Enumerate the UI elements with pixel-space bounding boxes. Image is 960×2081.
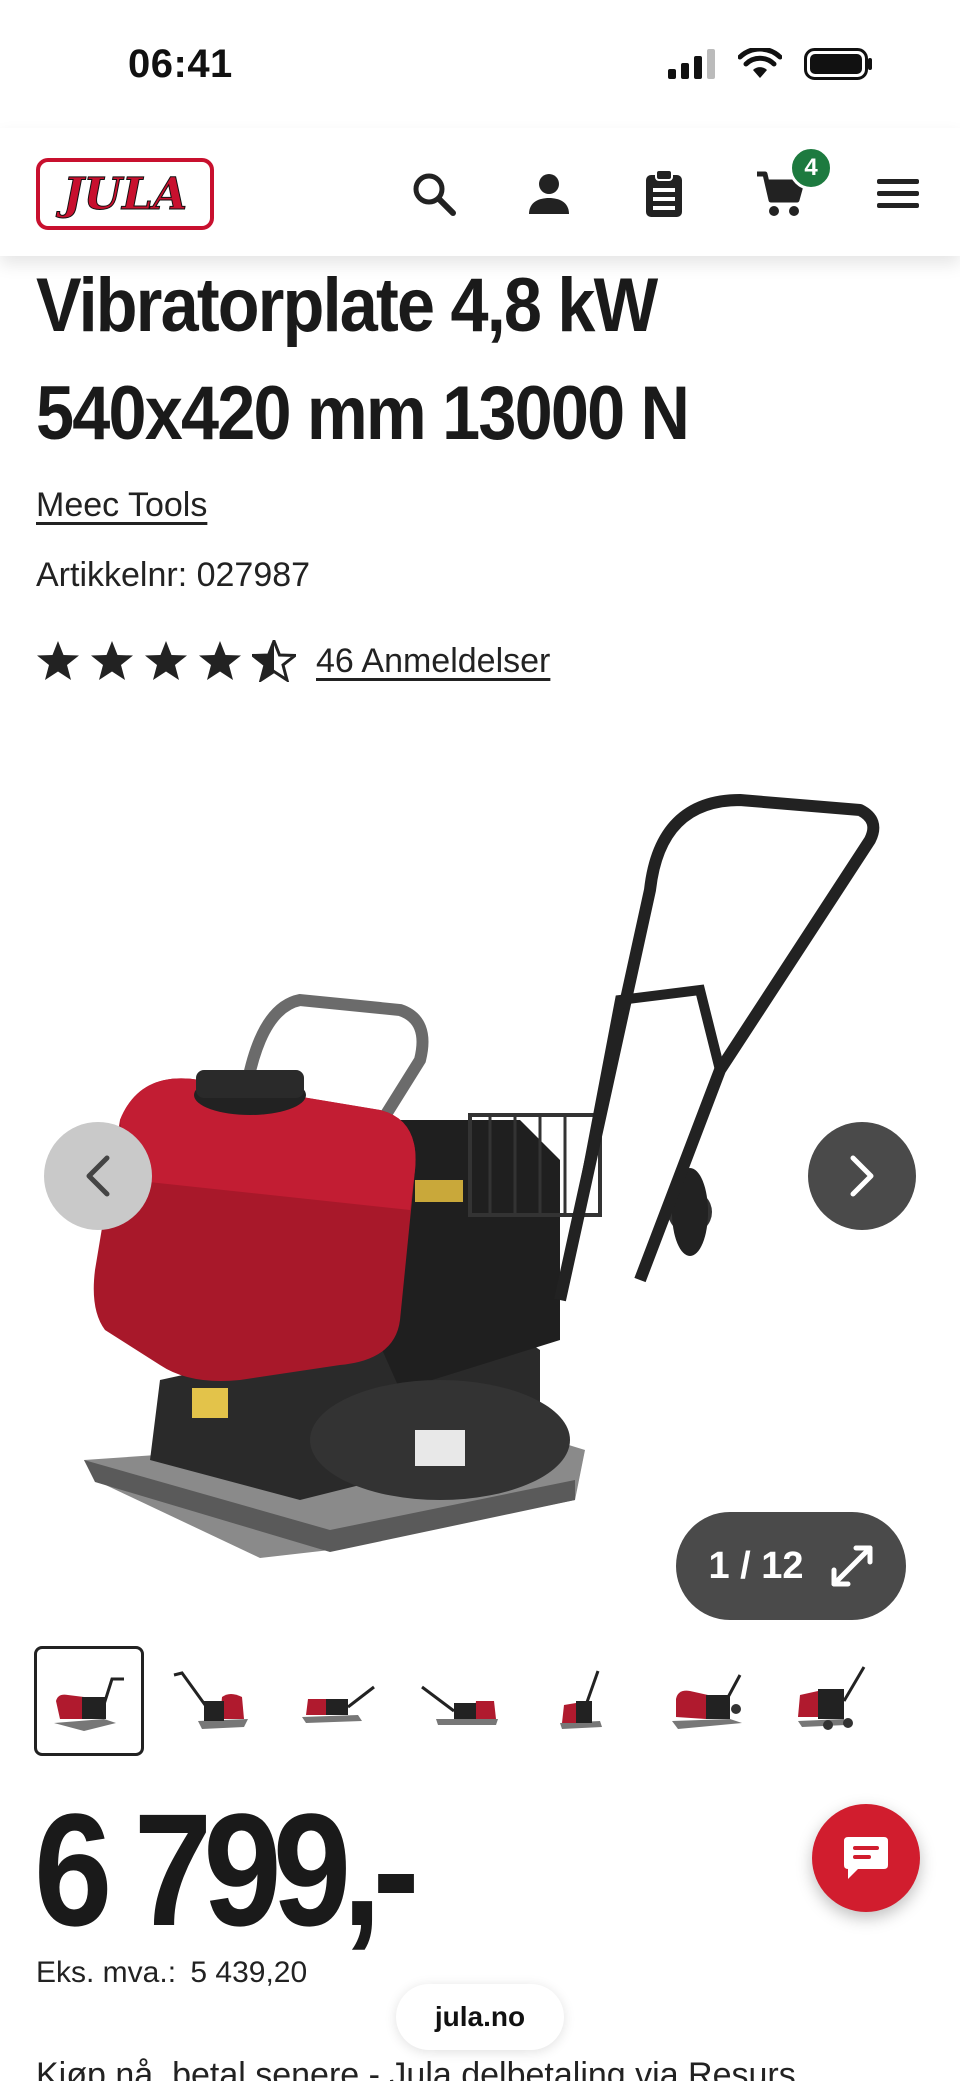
- chat-button[interactable]: [812, 1804, 920, 1912]
- star-icon: [145, 641, 187, 680]
- thumbnail-image: [560, 1670, 602, 1729]
- product-gallery: 1 / 12: [0, 740, 960, 1620]
- search-icon[interactable]: [404, 164, 464, 224]
- status-time: 06:41: [128, 42, 233, 86]
- star-icon: [199, 641, 241, 680]
- ex-vat-value: 5 439,20: [190, 1956, 308, 1989]
- menu-icon[interactable]: [868, 164, 928, 224]
- account-icon[interactable]: [519, 164, 579, 224]
- thumbnail[interactable]: [34, 1646, 144, 1756]
- clipboard-icon[interactable]: [634, 164, 694, 224]
- chat-icon: [844, 1837, 888, 1879]
- status-icons: [668, 48, 874, 80]
- product-title: Vibratorplate 4,8 kW 540x420 mm 13000 N: [36, 263, 690, 456]
- star-icon: [37, 641, 79, 680]
- thumbnail-image: [302, 1685, 375, 1723]
- cart-count-badge: 4: [789, 146, 833, 190]
- status-bar: 06:41: [0, 0, 960, 128]
- payment-promo-text: Kjøp nå, betal senere - Jula delbetaling…: [36, 2056, 796, 2081]
- ex-vat-label: Eks. mva.:: [36, 1956, 177, 1989]
- thumbnail-image: [54, 1677, 124, 1731]
- image-counter: 1 / 12: [708, 1544, 804, 1587]
- thumbnail[interactable]: [406, 1646, 516, 1756]
- thumbnail[interactable]: [530, 1646, 640, 1756]
- reviews-link[interactable]: 46 Anmeldelser: [316, 642, 550, 681]
- rating-row: 46 Anmeldelser: [36, 640, 550, 682]
- chevron-right-icon: [850, 1155, 874, 1197]
- signal-icon: [668, 49, 715, 79]
- browser-url-pill[interactable]: jula.no: [396, 1984, 564, 2050]
- site-header: JULA 4: [0, 128, 960, 256]
- thumbnail-image: [421, 1685, 498, 1725]
- thumbnail-image: [798, 1666, 866, 1730]
- product-price: 6 799,-: [34, 1780, 420, 1959]
- thumbnail-image: [672, 1674, 742, 1729]
- image-counter-button[interactable]: 1 / 12: [676, 1512, 906, 1620]
- next-image-button[interactable]: [808, 1122, 916, 1230]
- article-number: Artikkelnr: 027987: [36, 556, 311, 594]
- rating-stars: [36, 640, 296, 682]
- thumbnail[interactable]: [282, 1646, 392, 1756]
- price-ex-vat: Eks. mva.: 5 439,20: [36, 1956, 307, 1990]
- brand-link[interactable]: Meec Tools: [36, 486, 207, 525]
- thumbnail[interactable]: [158, 1646, 268, 1756]
- thumbnail-strip: [34, 1646, 888, 1756]
- previous-image-button[interactable]: [44, 1122, 152, 1230]
- wifi-icon: [738, 48, 782, 78]
- logo-text: JULA: [62, 168, 188, 220]
- thumbnail[interactable]: [654, 1646, 764, 1756]
- half-star-icon: [252, 640, 296, 682]
- thumbnail[interactable]: [778, 1646, 888, 1756]
- star-icon: [91, 641, 133, 680]
- expand-icon: [831, 1545, 873, 1587]
- chevron-left-icon: [86, 1155, 110, 1197]
- thumbnail-image: [173, 1671, 248, 1729]
- battery-icon: [804, 48, 872, 80]
- jula-logo[interactable]: JULA: [36, 158, 214, 230]
